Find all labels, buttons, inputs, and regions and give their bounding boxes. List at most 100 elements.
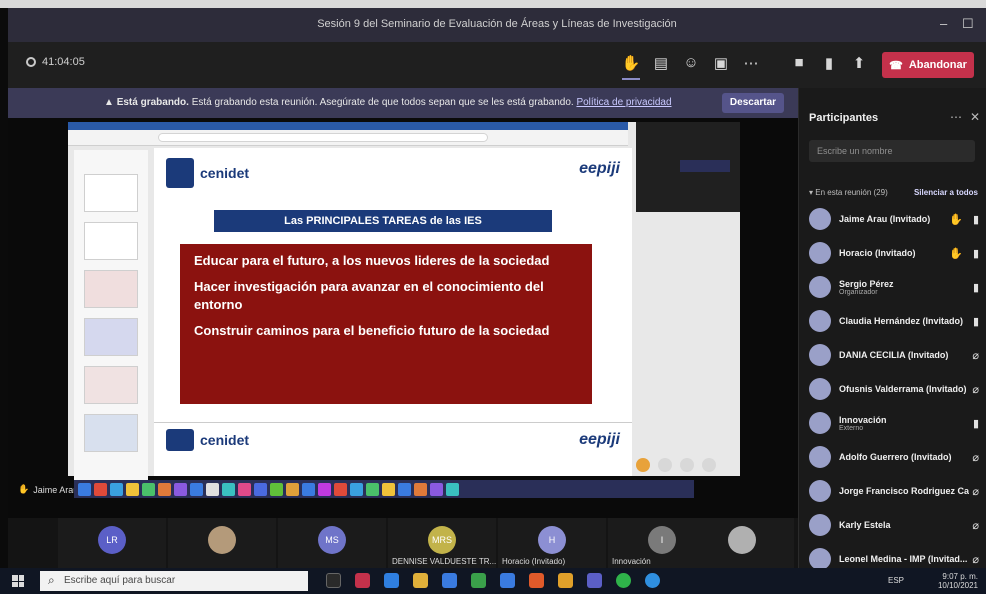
participant-row[interactable]: Horacio (Invitado) ✋ ▮ xyxy=(809,236,985,270)
participant-name: Adolfo Guerrero (Invitado) xyxy=(839,452,952,462)
app-icon xyxy=(270,482,283,496)
mic-off-icon: ⌀ xyxy=(972,451,979,464)
banner-message: ▲ Está grabando. Está grabando esta reun… xyxy=(104,97,672,108)
shared-taskbar xyxy=(74,480,694,498)
control-dot-icon xyxy=(680,458,694,472)
hand-raised-icon: ✋ xyxy=(18,484,30,494)
panel-title: Participantes xyxy=(809,112,879,124)
timer-text: 41:04:05 xyxy=(42,56,85,68)
participant-tile[interactable]: MRS DENNISE VALDUESTE TR... xyxy=(388,518,496,568)
slide-thumbnail xyxy=(84,318,138,356)
address-bar xyxy=(158,133,488,142)
taskbar-search-input[interactable]: Escribe aquí para buscar xyxy=(40,571,308,591)
tile-label: Horacio (Invitado) xyxy=(502,557,566,566)
app-icon xyxy=(446,482,459,496)
participant-row[interactable]: Karly Estela ⌀ xyxy=(809,508,985,542)
avatar xyxy=(809,276,831,298)
participant-row[interactable]: Adolfo Guerrero (Invitado) ⌀ xyxy=(809,440,985,474)
app-icon xyxy=(286,482,299,496)
mic-off-icon: ⌀ xyxy=(972,553,979,566)
mic-icon[interactable]: ▮ xyxy=(818,54,840,74)
rooms-icon[interactable]: ▣ xyxy=(710,54,732,74)
participant-search-input[interactable]: Escribe un nombre xyxy=(809,140,975,162)
avatar xyxy=(728,526,756,554)
participant-role: Organizador xyxy=(839,288,878,296)
cenidet-logo: cenidet xyxy=(166,429,249,451)
windows-start-icon[interactable] xyxy=(12,575,24,587)
task-view-icon[interactable] xyxy=(326,573,341,588)
chat-icon[interactable]: ▤ xyxy=(650,54,672,74)
mic-icon: ▮ xyxy=(972,281,979,294)
slide-content-box: Educar para el futuro, a los nuevos lide… xyxy=(180,244,592,404)
app-icon[interactable] xyxy=(355,573,370,588)
participant-row[interactable]: Innovación Externo ▮ xyxy=(809,406,985,440)
hand-raise-icon[interactable]: ✋ xyxy=(620,54,642,80)
camera-icon[interactable]: ■ xyxy=(788,54,810,74)
participant-row[interactable]: DANIA CECILIA (Invitado) ⌀ xyxy=(809,338,985,372)
edge-icon[interactable] xyxy=(384,573,399,588)
avatar xyxy=(809,242,831,264)
mic-icon: ▮ xyxy=(972,417,979,430)
participant-name: Leonel Medina - IMP (Invitad... xyxy=(839,554,968,564)
participant-list: Jaime Arau (Invitado) ✋ ▮ Horacio (Invitado… xyxy=(809,202,985,576)
reactions-icon[interactable]: ☺ xyxy=(680,54,702,74)
cenidet-wordmark: cenidet xyxy=(200,165,250,181)
app-icon xyxy=(382,482,395,496)
avatar: MRS xyxy=(428,526,456,554)
tray-time: 9:07 p. m. xyxy=(942,572,978,581)
chrome-icon[interactable] xyxy=(645,573,660,588)
participant-tile[interactable]: H Horacio (Invitado) xyxy=(498,518,606,568)
participant-row[interactable]: Sergio Pérez Organizador ▮ xyxy=(809,270,985,304)
warning-icon: ▲ xyxy=(104,97,117,108)
file-explorer-icon[interactable] xyxy=(413,573,428,588)
panel-more-icon[interactable]: ⋯ xyxy=(950,110,962,124)
whatsapp-icon[interactable] xyxy=(616,573,631,588)
app-icon[interactable] xyxy=(500,573,515,588)
shared-screen: cenidet eepiji Las PRINCIPALES TAREAS de… xyxy=(68,122,740,480)
language-indicator[interactable]: ESP xyxy=(888,576,904,585)
participant-name: Innovación xyxy=(839,414,887,425)
app-icon[interactable] xyxy=(529,573,544,588)
participant-tile[interactable] xyxy=(688,518,794,568)
avatar xyxy=(809,480,831,502)
slide-thumbnail xyxy=(84,270,138,308)
app-icon xyxy=(366,482,379,496)
privacy-link[interactable]: Política de privacidad xyxy=(576,97,671,108)
participant-row[interactable]: Ofusnis Valderrama (Invitado) ⌀ xyxy=(809,372,985,406)
participant-name: Karly Estela xyxy=(839,520,891,530)
leave-button[interactable]: ☎ Abandonar xyxy=(882,52,974,78)
app-icon xyxy=(78,482,91,496)
app-icon xyxy=(206,482,219,496)
mute-all-button[interactable]: Silenciar a todos xyxy=(914,188,978,197)
top-strip xyxy=(0,0,986,8)
browser-bar xyxy=(68,122,628,146)
system-tray[interactable]: 9:07 p. m. 10/10/2021 xyxy=(938,572,978,590)
app-icon[interactable] xyxy=(558,573,573,588)
participant-tile[interactable] xyxy=(168,518,276,568)
teams-icon[interactable] xyxy=(587,573,602,588)
control-dot-icon xyxy=(702,458,716,472)
close-icon[interactable]: ✕ xyxy=(970,110,980,124)
avatar xyxy=(809,412,831,434)
mail-icon[interactable] xyxy=(442,573,457,588)
participant-row[interactable]: Jaime Arau (Invitado) ✋ ▮ xyxy=(809,202,985,236)
eepiji-logo: eepiji xyxy=(579,160,620,177)
section-header[interactable]: ▾ En esta reunión (29) xyxy=(809,188,888,197)
minimize-icon[interactable]: – xyxy=(940,16,947,31)
participant-row[interactable]: Claudia Hernández (Invitado) ▮ xyxy=(809,304,985,338)
app-icon xyxy=(334,482,347,496)
participant-tile[interactable]: LR xyxy=(58,518,166,568)
share-icon[interactable]: ⬆ xyxy=(848,54,870,74)
participant-tile[interactable]: MS xyxy=(278,518,386,568)
mic-off-icon: ⌀ xyxy=(972,383,979,396)
more-icon[interactable]: ⋯ xyxy=(740,54,762,74)
app-icon xyxy=(174,482,187,496)
eepiji-logo: eepiji xyxy=(579,431,620,448)
maximize-icon[interactable]: ☐ xyxy=(962,16,974,32)
avatar: MS xyxy=(318,526,346,554)
participant-row[interactable]: Jorge Francisco Rodriguez Ca... ⌀ xyxy=(809,474,985,508)
app-icon xyxy=(94,482,107,496)
app-icon[interactable] xyxy=(471,573,486,588)
dismiss-button[interactable]: Descartar xyxy=(722,93,784,113)
leave-label: Abandonar xyxy=(908,59,967,71)
